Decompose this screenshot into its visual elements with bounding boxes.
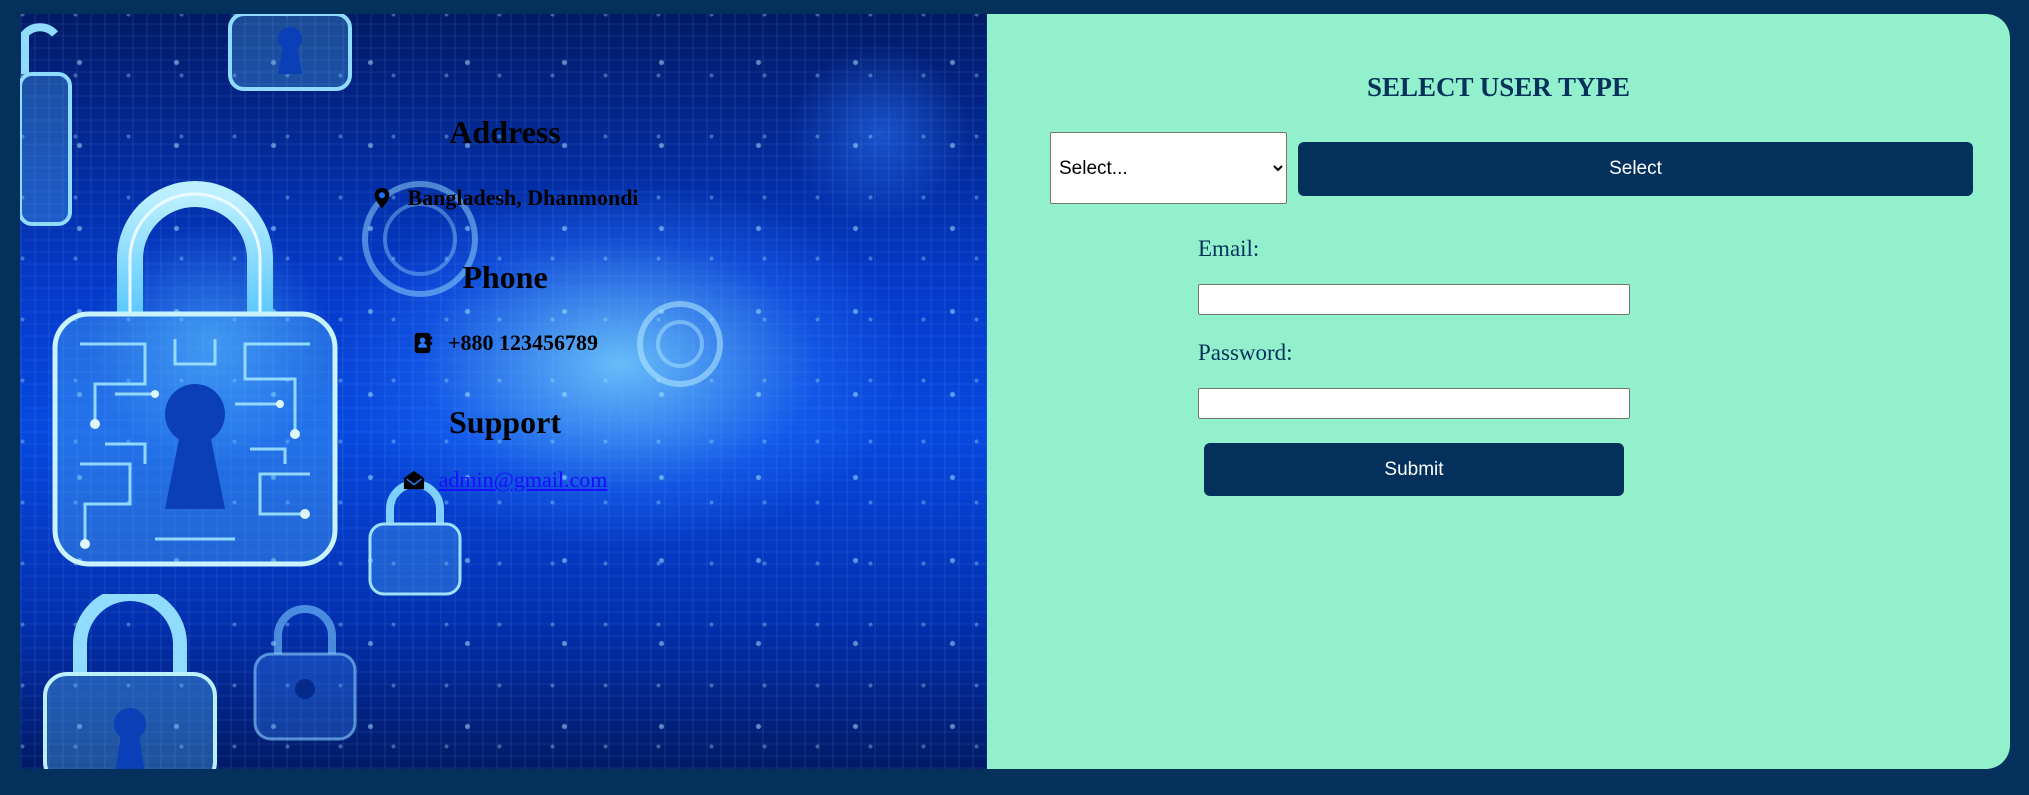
password-field[interactable]	[1198, 388, 1630, 419]
circuit-lock-illustration	[52, 181, 338, 567]
form-title: SELECT USER TYPE	[1366, 72, 1631, 102]
password-label: Password:	[1198, 340, 1293, 365]
contact-panel: Address Bangladesh, Dhanmondi Phone +880…	[20, 14, 987, 769]
small-lock-illustration	[20, 23, 72, 226]
support-line: admin@gmail.com	[350, 467, 660, 493]
small-lock-illustration	[228, 14, 352, 91]
envelope-open-icon	[403, 470, 424, 490]
small-lock-illustration	[368, 480, 462, 596]
support-heading: Support	[448, 404, 562, 440]
email-label: Email:	[1198, 236, 1260, 261]
address-text: Bangladesh, Dhanmondi	[407, 185, 639, 210]
address-book-icon	[414, 332, 433, 354]
small-lock-illustration	[43, 594, 217, 769]
submit-button[interactable]: Submit	[1204, 443, 1624, 496]
select-button[interactable]: Select	[1298, 142, 1973, 196]
address-line: Bangladesh, Dhanmondi	[350, 185, 660, 211]
map-pin-icon	[375, 187, 390, 209]
user-type-select[interactable]: Select...	[1050, 132, 1287, 204]
contact-info: Address Bangladesh, Dhanmondi Phone +880…	[350, 114, 660, 493]
phone-line: +880 123456789	[350, 330, 660, 356]
page-frame: Address Bangladesh, Dhanmondi Phone +880…	[20, 14, 2010, 769]
support-email-link[interactable]: admin@gmail.com	[439, 467, 608, 493]
login-form-panel: SELECT USER TYPE Select... Select Email:…	[987, 14, 2010, 769]
small-lock-illustration	[253, 605, 357, 741]
email-field[interactable]	[1198, 284, 1630, 315]
phone-text: +880 123456789	[447, 330, 599, 355]
phone-heading: Phone	[462, 259, 548, 295]
address-heading: Address	[449, 114, 561, 150]
